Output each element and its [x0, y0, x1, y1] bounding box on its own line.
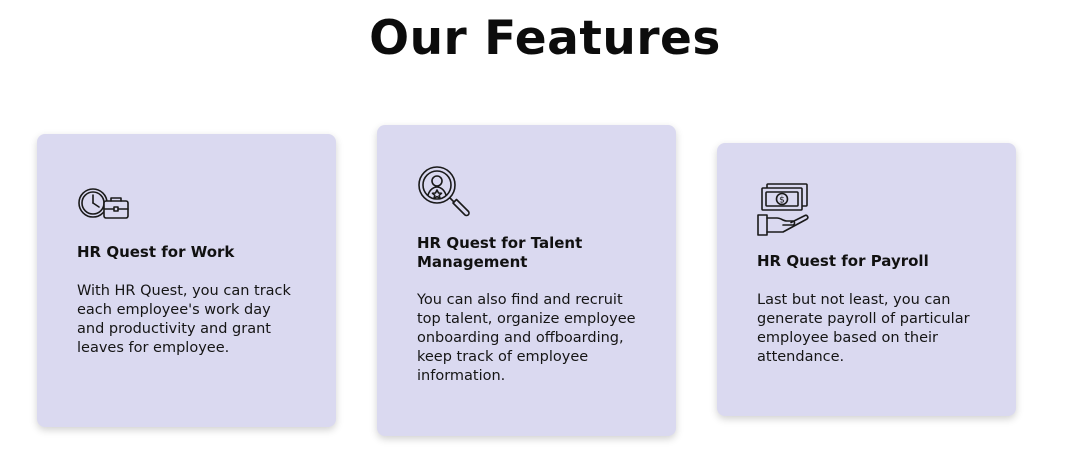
talent-search-icon — [418, 166, 470, 217]
card-title: HR Quest for Payroll — [757, 252, 929, 270]
card-description: You can also find and recruit top talent… — [417, 292, 636, 384]
svg-text:$: $ — [779, 196, 785, 206]
feature-card-work: HR Quest for Work With HR Quest, you can… — [37, 134, 336, 427]
clock-briefcase-icon — [78, 188, 129, 219]
section-title: Our Features — [369, 11, 721, 66]
card-title: HR Quest for Talent Management — [417, 234, 583, 271]
payroll-money-hand-icon: $ — [757, 183, 809, 236]
card-title: HR Quest for Work — [77, 243, 235, 261]
feature-card-payroll: $ HR Quest for Payroll Last but not leas… — [717, 143, 1016, 416]
card-description: Last but not least, you can generate pay… — [757, 292, 970, 365]
feature-card-talent: HR Quest for Talent Management You can a… — [377, 125, 676, 436]
card-description: With HR Quest, you can track each employ… — [77, 283, 291, 356]
